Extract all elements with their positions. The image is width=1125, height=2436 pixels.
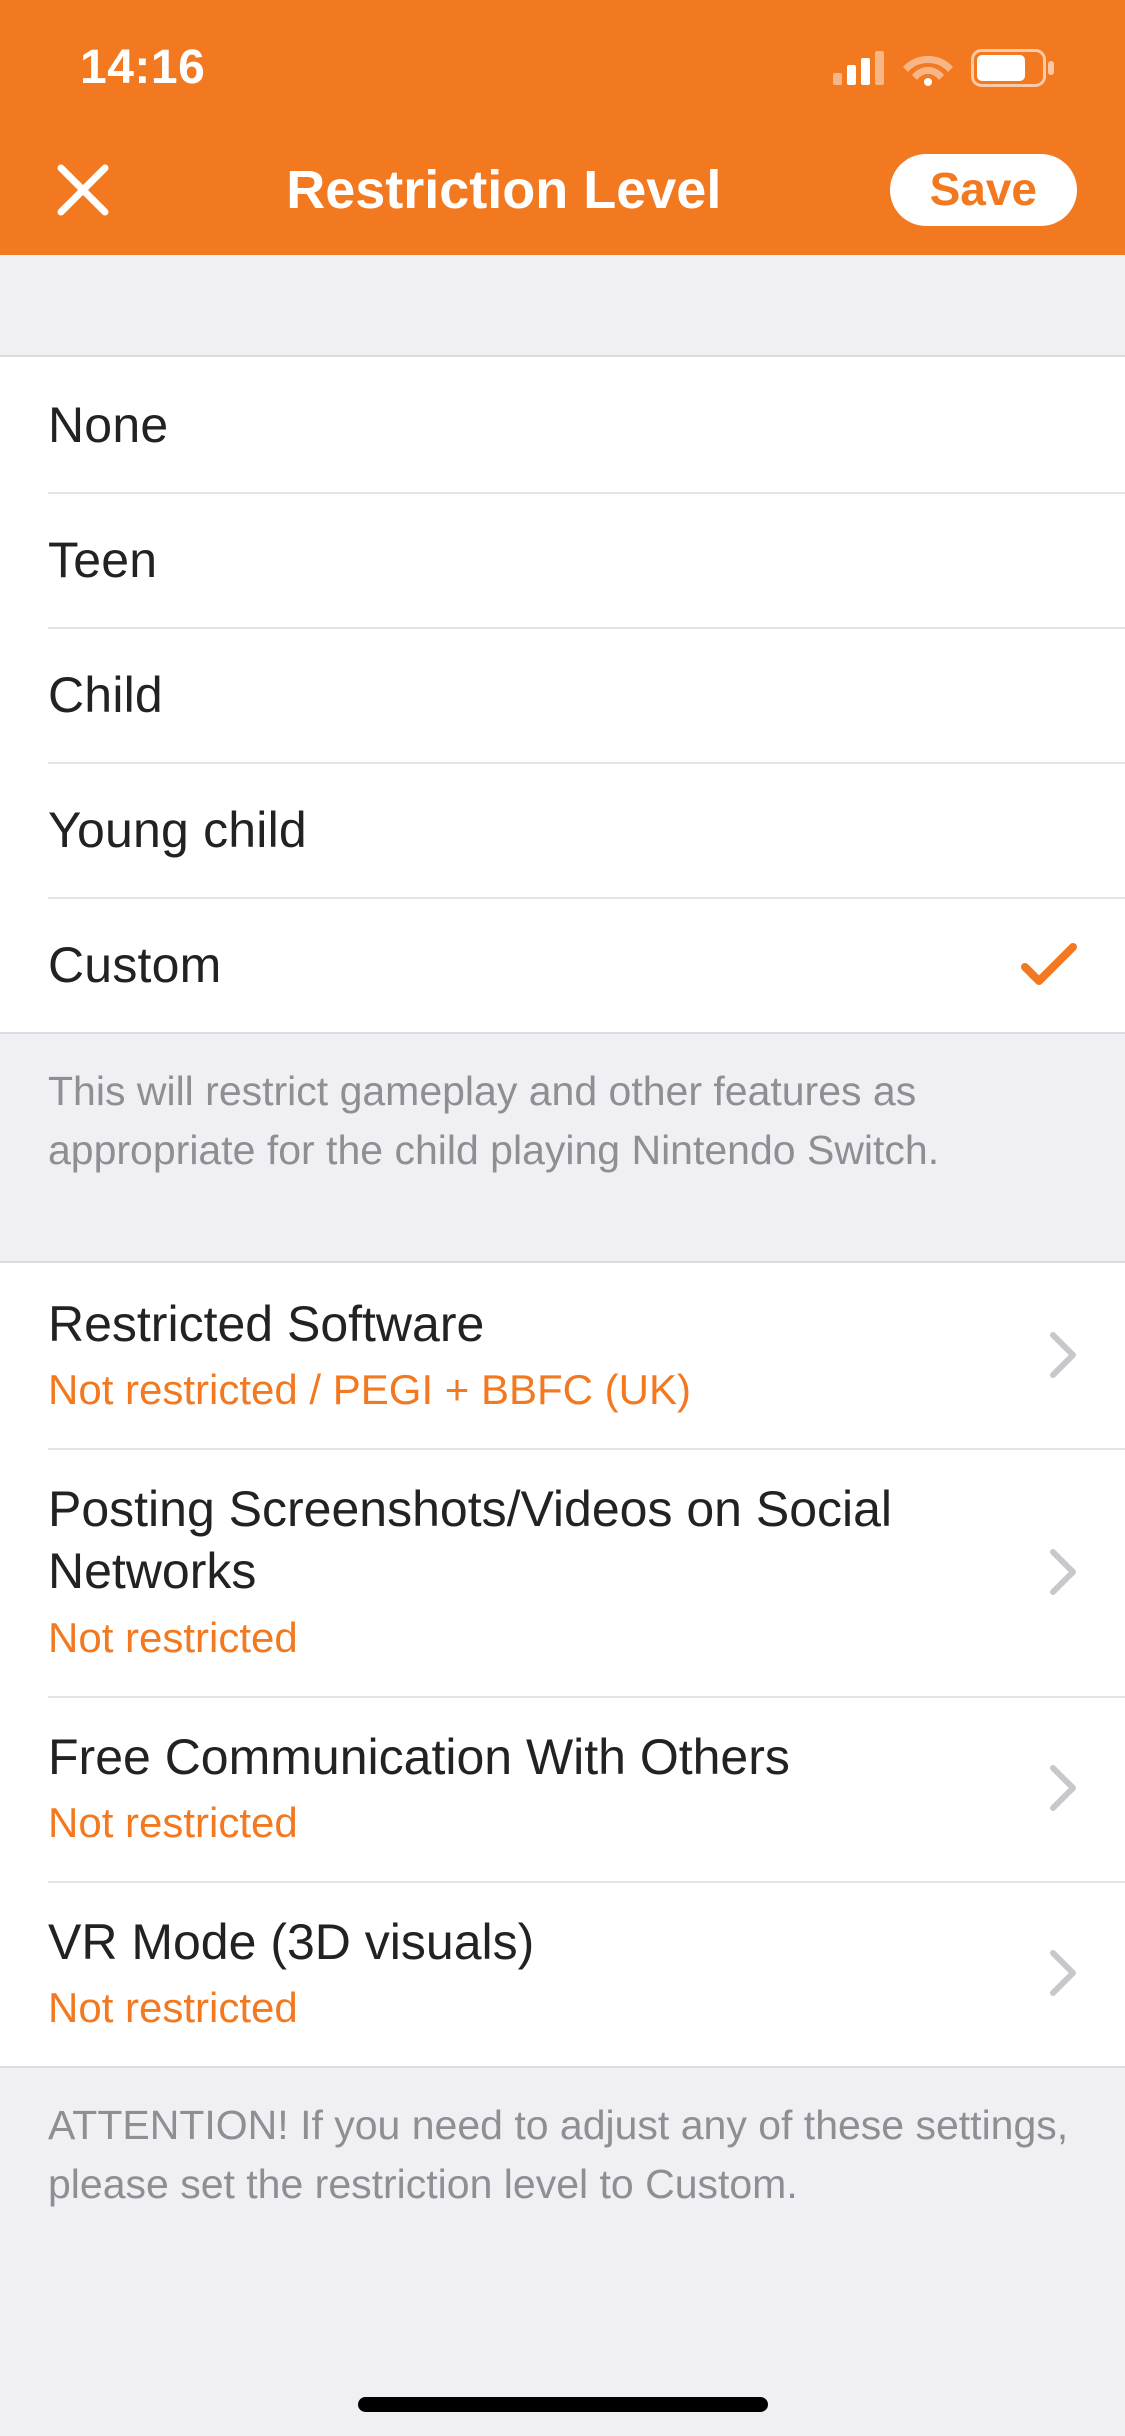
save-button[interactable]: Save (890, 154, 1077, 226)
level-label: Child (48, 666, 163, 724)
level-option-child[interactable]: Child (0, 627, 1125, 762)
chevron-right-icon (1049, 1949, 1077, 1997)
chevron-right-icon (1049, 1331, 1077, 1379)
restriction-level-list: None Teen Child Young child Custom (0, 355, 1125, 1034)
status-indicators (833, 49, 1055, 87)
close-icon (55, 162, 111, 218)
section-gap (0, 255, 1125, 355)
setting-free-communication[interactable]: Free Communication With Others Not restr… (0, 1696, 1125, 1881)
settings-list: Restricted Software Not restricted / PEG… (0, 1261, 1125, 2068)
setting-subtitle: Not restricted / PEGI + BBFC (UK) (48, 1363, 691, 1418)
nav-bar: Restriction Level Save (0, 135, 1125, 255)
setting-posting-screenshots[interactable]: Posting Screenshots/Videos on Social Net… (0, 1448, 1125, 1696)
home-indicator[interactable] (358, 2397, 768, 2412)
close-button[interactable] (48, 155, 118, 225)
level-footer-text: This will restrict gameplay and other fe… (0, 1034, 1125, 1221)
setting-subtitle: Not restricted (48, 1796, 790, 1851)
status-bar: 14:16 (0, 0, 1125, 135)
level-option-custom[interactable]: Custom (0, 897, 1125, 1032)
settings-footer-text: ATTENTION! If you need to adjust any of … (0, 2068, 1125, 2255)
level-label: Teen (48, 531, 157, 589)
level-option-none[interactable]: None (0, 357, 1125, 492)
setting-title: Free Communication With Others (48, 1726, 790, 1789)
cellular-icon (833, 51, 885, 85)
chevron-right-icon (1049, 1764, 1077, 1812)
wifi-icon (903, 50, 953, 86)
setting-vr-mode[interactable]: VR Mode (3D visuals) Not restricted (0, 1881, 1125, 2066)
battery-icon (971, 49, 1055, 87)
level-label: None (48, 396, 168, 454)
level-option-teen[interactable]: Teen (0, 492, 1125, 627)
setting-title: Posting Screenshots/Videos on Social Net… (48, 1478, 1009, 1603)
level-label: Young child (48, 801, 307, 859)
section-gap (0, 1221, 1125, 1261)
check-icon (1021, 943, 1077, 987)
setting-title: Restricted Software (48, 1293, 691, 1356)
chevron-right-icon (1049, 1548, 1077, 1596)
status-time: 14:16 (80, 40, 205, 95)
page-title: Restriction Level (118, 159, 890, 221)
level-option-young-child[interactable]: Young child (0, 762, 1125, 897)
header-bar: 14:16 (0, 0, 1125, 255)
setting-title: VR Mode (3D visuals) (48, 1911, 534, 1974)
level-label: Custom (48, 936, 221, 994)
setting-subtitle: Not restricted (48, 1611, 1009, 1666)
setting-restricted-software[interactable]: Restricted Software Not restricted / PEG… (0, 1263, 1125, 1448)
setting-subtitle: Not restricted (48, 1981, 534, 2036)
